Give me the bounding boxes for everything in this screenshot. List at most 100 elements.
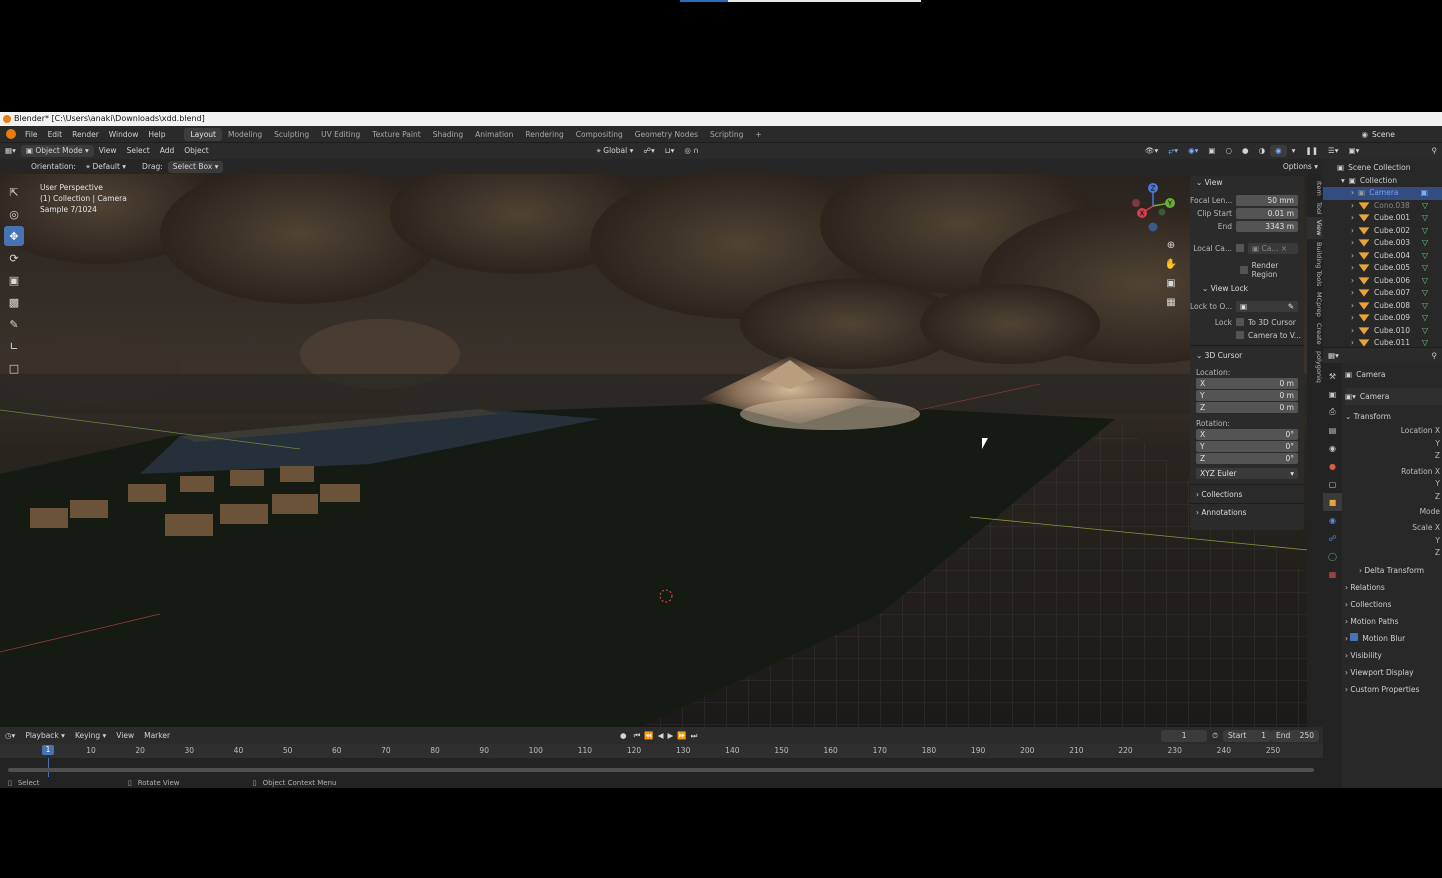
tab-item[interactable]: Item	[1307, 178, 1323, 199]
3d-viewport[interactable]: ⇱ ◎ ✥ ⟳ ▣ ▩ ✎ ∟ □ User Perspective (1) C…	[0, 174, 1308, 727]
tab-building-tools[interactable]: Building Tools	[1307, 239, 1323, 289]
play-reverse-icon[interactable]: ◀	[656, 730, 666, 742]
cursor-rotation-z[interactable]: Z 0°	[1196, 453, 1298, 464]
outliner-search-icon[interactable]: ⚲	[1427, 145, 1442, 157]
annotations-panel-header[interactable]: › Annotations	[1190, 506, 1304, 520]
current-frame-field[interactable]: 1	[1161, 729, 1208, 742]
expand-icon[interactable]: ›	[1351, 187, 1354, 200]
tab-view[interactable]: View	[1307, 217, 1323, 239]
scene-collection-row[interactable]: ▣ Scene Collection	[1323, 162, 1442, 175]
scale-y-row[interactable]: Y	[1345, 535, 1442, 548]
expand-icon[interactable]: ›	[1351, 237, 1354, 250]
to-3d-cursor-checkbox[interactable]	[1236, 318, 1244, 326]
tab-mcprep[interactable]: MCprep	[1307, 289, 1323, 320]
physics-properties-tab-icon[interactable]: ◉	[1323, 511, 1342, 529]
play-icon[interactable]: ▶	[665, 730, 675, 742]
mesh-data-icon[interactable]: ▽	[1422, 237, 1428, 250]
playback-menu[interactable]: Playback ▾	[20, 730, 70, 742]
outliner-item[interactable]: › Cono.038 ▽	[1323, 200, 1442, 213]
rotation-mode-dropdown[interactable]: XYZ Euler ▾	[1196, 468, 1298, 479]
render-region-checkbox[interactable]	[1240, 266, 1248, 274]
menu-add[interactable]: Add	[155, 145, 180, 157]
pan-hand-icon[interactable]: ✋	[1163, 255, 1179, 274]
scale-z-row[interactable]: Z	[1345, 547, 1442, 560]
lock-to-object-field[interactable]: ▣ ✎	[1236, 300, 1298, 312]
end-frame-field[interactable]: End 250	[1271, 729, 1319, 742]
move-tool-icon[interactable]: ✥	[4, 226, 24, 246]
tab-layout[interactable]: Layout	[184, 127, 222, 141]
proportional-edit-icon[interactable]: ◎ ∩	[679, 145, 703, 157]
rotation-y-row[interactable]: Y	[1345, 478, 1442, 491]
scene-properties-tab-icon[interactable]: ◉	[1323, 439, 1342, 457]
editor-type-icon[interactable]: ▦▾	[0, 145, 21, 157]
expand-icon[interactable]: ›	[1351, 312, 1354, 325]
preview-range-icon[interactable]: ⏱	[1207, 730, 1223, 742]
expand-icon[interactable]: ›	[1351, 325, 1354, 338]
tab-geometry-nodes[interactable]: Geometry Nodes	[629, 128, 704, 141]
mesh-data-icon[interactable]: ▽	[1422, 212, 1428, 225]
transform-panel-header[interactable]: ⌄ Transform	[1345, 408, 1442, 425]
transform-orientation-dropdown[interactable]: ⌖ Global ▾	[592, 145, 639, 157]
tab-rendering[interactable]: Rendering	[519, 128, 569, 141]
options-dropdown[interactable]: Options ▾	[1278, 161, 1323, 173]
tab-compositing[interactable]: Compositing	[570, 128, 629, 141]
jump-end-icon[interactable]: ⏭	[689, 730, 700, 742]
menu-file[interactable]: File	[20, 130, 43, 139]
mesh-data-icon[interactable]: ▽	[1422, 275, 1428, 288]
rotation-z-row[interactable]: Z	[1345, 491, 1442, 504]
render-properties-tab-icon[interactable]: ▣	[1323, 385, 1342, 403]
marker-menu[interactable]: Marker	[139, 730, 175, 742]
tab-polygoniq[interactable]: polygoniq	[1307, 348, 1323, 386]
expand-icon[interactable]: ›	[1351, 200, 1354, 213]
annotate-tool-icon[interactable]: ✎	[4, 314, 24, 334]
tab-texture-paint[interactable]: Texture Paint	[366, 128, 426, 141]
tab-sculpting[interactable]: Sculpting	[268, 128, 315, 141]
timeline-scrollbar[interactable]	[8, 768, 1314, 772]
mesh-data-icon[interactable]: ▽	[1422, 300, 1428, 313]
tab-scripting[interactable]: Scripting	[704, 128, 749, 141]
collections-header[interactable]: › Collections	[1345, 596, 1442, 613]
local-camera-checkbox[interactable]	[1236, 244, 1244, 252]
relations-header[interactable]: › Relations	[1345, 579, 1442, 596]
xray-icon[interactable]: ▣	[1203, 145, 1220, 157]
zoom-icon[interactable]: ⊕	[1163, 236, 1179, 255]
record-icon[interactable]: ●	[615, 730, 632, 742]
tab-modeling[interactable]: Modeling	[222, 128, 268, 141]
collections-panel-header[interactable]: › Collections	[1190, 488, 1304, 502]
mesh-data-icon[interactable]: ▽	[1422, 250, 1428, 263]
scale-tool-icon[interactable]: ▣	[4, 270, 24, 290]
view-panel-header[interactable]: ⌄ View	[1190, 176, 1304, 190]
outliner-item[interactable]: › Cube.009 ▽	[1323, 312, 1442, 325]
tab-create[interactable]: Create	[1307, 320, 1323, 348]
outliner-item[interactable]: › Cube.010 ▽	[1323, 325, 1442, 338]
outliner-item[interactable]: › Cube.007 ▽	[1323, 287, 1442, 300]
outliner-editor-type-icon[interactable]: ☰▾	[1323, 145, 1344, 157]
focal-length-field[interactable]: 50 mm	[1236, 194, 1298, 206]
custom-properties-header[interactable]: › Custom Properties	[1345, 681, 1442, 698]
constraints-tab-icon[interactable]: ☍	[1323, 529, 1342, 547]
next-keyframe-icon[interactable]: ⏩	[675, 730, 688, 742]
keying-menu[interactable]: Keying ▾	[70, 730, 111, 742]
snap-icon[interactable]: ⊔▾	[660, 145, 680, 157]
object-name-field[interactable]: ▣▾ Camera	[1345, 388, 1442, 405]
current-frame-indicator[interactable]: 1	[42, 745, 54, 755]
blender-menu-icon[interactable]	[6, 129, 16, 139]
outliner-item[interactable]: › Cube.002 ▽	[1323, 225, 1442, 238]
local-camera-field[interactable]: ▣ Ca... ×	[1248, 242, 1298, 254]
cursor-tool-icon[interactable]: ◎	[4, 204, 24, 224]
texture-tab-icon[interactable]: ▦	[1323, 565, 1342, 583]
scene-field[interactable]: Scene	[1372, 130, 1442, 139]
prev-keyframe-icon[interactable]: ⏪	[642, 730, 655, 742]
object-data-tab-icon[interactable]: ◯	[1323, 547, 1342, 565]
outliner-display-mode-icon[interactable]: ▣▾	[1344, 145, 1365, 157]
gizmo-toggle-icon[interactable]: ⥂▾	[1163, 145, 1183, 157]
outliner-item[interactable]: › ▣ Camera ▣	[1323, 187, 1442, 200]
menu-help[interactable]: Help	[143, 130, 170, 139]
clip-end-field[interactable]: 3343 m	[1236, 220, 1298, 232]
camera-data-icon[interactable]: ▣	[1420, 187, 1428, 200]
clip-start-field[interactable]: 0.01 m	[1236, 207, 1298, 219]
mesh-data-icon[interactable]: ▽	[1422, 262, 1428, 275]
location-x-row[interactable]: Location X	[1345, 425, 1442, 438]
measure-tool-icon[interactable]: ∟	[4, 336, 24, 356]
menu-edit[interactable]: Edit	[43, 130, 68, 139]
